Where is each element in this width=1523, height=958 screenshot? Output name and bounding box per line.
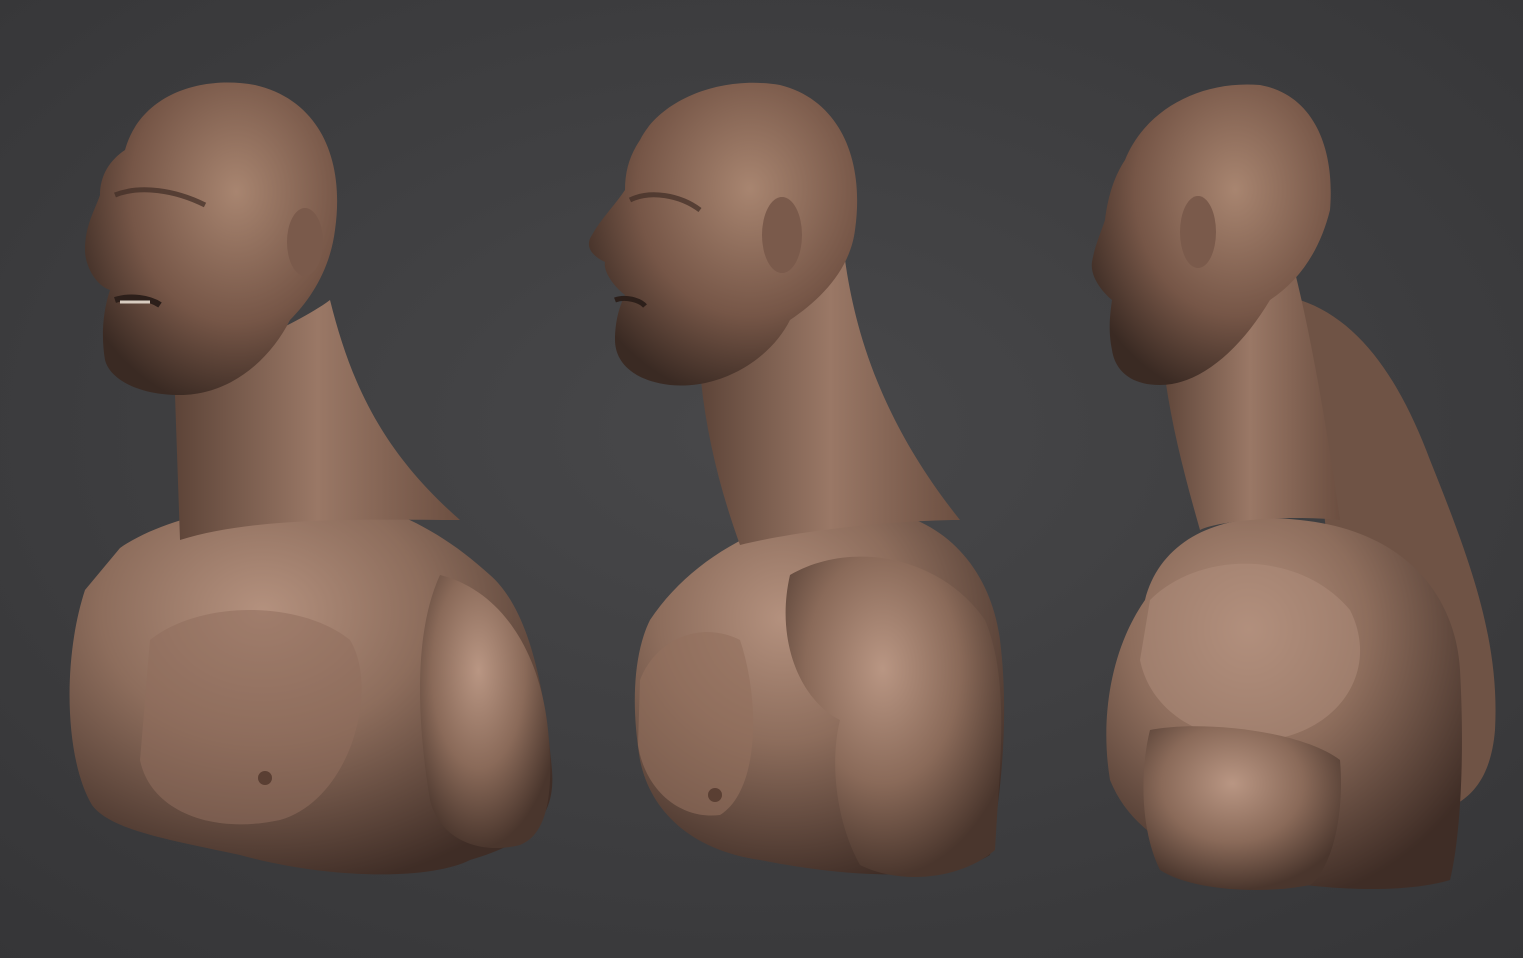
render-canvas [0, 0, 1523, 958]
render-viewport [0, 0, 1523, 958]
